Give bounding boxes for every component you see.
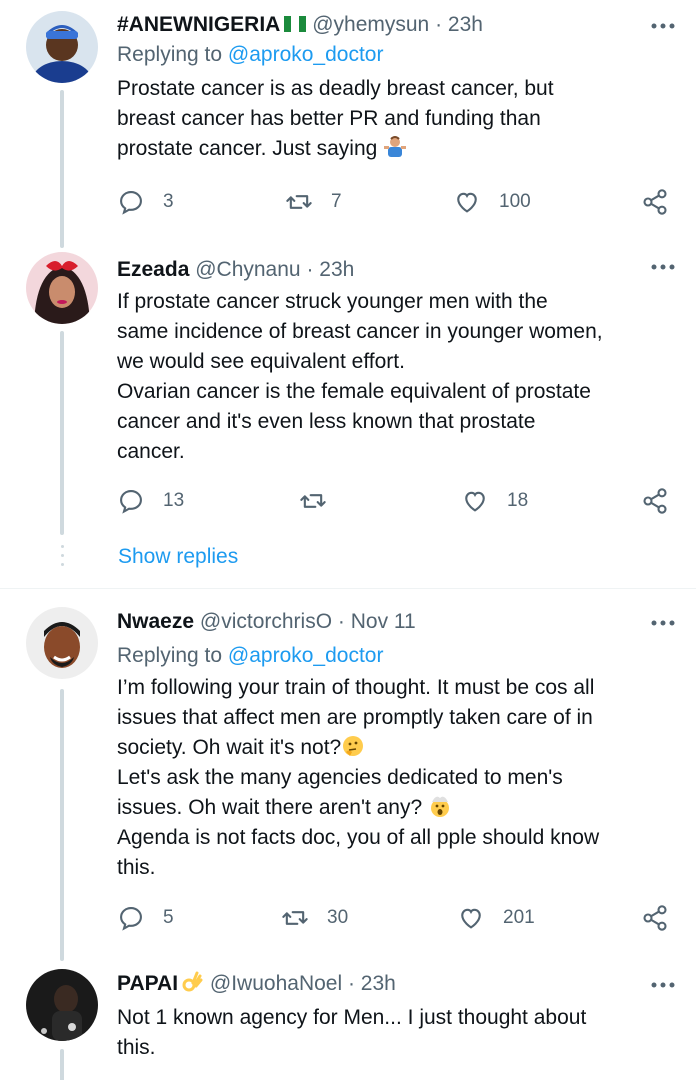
thread-line xyxy=(60,689,64,961)
thread-line xyxy=(60,1049,64,1080)
handle[interactable]: @IwuohaNoel xyxy=(210,972,342,995)
replying-to: Replying to @aproko_doctor xyxy=(117,43,384,66)
retweet-count: 7 xyxy=(331,191,342,212)
like-button[interactable]: 18 xyxy=(461,484,528,518)
reply-button[interactable]: 5 xyxy=(117,901,174,935)
timestamp[interactable]: · Nov 11 xyxy=(338,610,416,633)
heart-icon xyxy=(461,908,481,929)
timestamp[interactable]: · 23h xyxy=(306,258,354,281)
more-options-icon[interactable] xyxy=(648,975,678,995)
retweet-icon xyxy=(286,195,312,209)
retweet-count: 30 xyxy=(327,907,349,928)
share-button[interactable] xyxy=(641,185,687,219)
reply-count: 5 xyxy=(163,907,174,928)
like-count: 100 xyxy=(499,191,531,212)
tweet-actions: 13 18 xyxy=(117,484,677,518)
thread-line xyxy=(60,90,64,248)
reply-icon xyxy=(120,191,142,215)
share-button[interactable] xyxy=(641,484,687,518)
ok-hand-emoji-icon xyxy=(180,970,204,994)
display-name[interactable]: Nwaeze xyxy=(117,610,194,633)
mention-link[interactable]: @aproko_doctor xyxy=(228,43,384,66)
mention-link[interactable]: @aproko_doctor xyxy=(228,644,384,667)
share-icon xyxy=(643,189,667,215)
tweet-text: If prostate cancer struck younger men wi… xyxy=(117,290,603,463)
share-button[interactable] xyxy=(641,901,687,935)
tweet-text: Not 1 known agency for Men... I just tho… xyxy=(117,1006,587,1059)
tweet[interactable]: Nwaeze @victorchrisO · Nov 11 Replying t… xyxy=(0,589,696,961)
reply-icon xyxy=(120,490,142,514)
share-icon xyxy=(643,905,667,931)
reply-icon xyxy=(120,907,142,931)
like-count: 201 xyxy=(503,907,535,928)
shrug-emoji-icon xyxy=(383,135,407,159)
display-name[interactable]: Ezeada xyxy=(117,258,189,281)
retweet-button[interactable]: 30 xyxy=(281,901,348,935)
like-button[interactable]: 100 xyxy=(453,185,531,219)
reply-count: 13 xyxy=(163,490,185,511)
handle[interactable]: @Chynanu xyxy=(195,258,300,281)
avatar[interactable] xyxy=(26,969,98,1041)
tweet[interactable]: #ANEWNIGERIA @yhemysun · 23h Replying to… xyxy=(0,0,696,248)
show-replies-link[interactable]: Show replies xyxy=(118,545,238,569)
tweet-header: PAPAI @IwuohaNoel · 23h xyxy=(117,969,677,999)
like-count: 18 xyxy=(507,490,529,511)
tweet-header: Ezeada @Chynanu · 23h xyxy=(117,255,677,285)
heart-icon xyxy=(465,491,485,512)
retweet-button[interactable] xyxy=(299,484,345,518)
thread-continuation-dots xyxy=(61,545,65,572)
timestamp[interactable]: · 23h xyxy=(435,13,483,36)
reply-button[interactable]: 13 xyxy=(117,484,184,518)
tweet-actions: 5 30 201 xyxy=(117,901,677,935)
share-icon xyxy=(643,488,667,514)
retweet-button[interactable]: 7 xyxy=(285,185,342,219)
reply-button[interactable]: 3 xyxy=(117,185,174,219)
tweet-header: Nwaeze @victorchrisO · Nov 11 xyxy=(117,607,677,637)
handle[interactable]: @yhemysun xyxy=(312,13,429,36)
tweet-header: #ANEWNIGERIA @yhemysun · 23h xyxy=(117,10,677,40)
retweet-icon xyxy=(300,494,326,508)
heart-icon xyxy=(457,192,477,213)
thread-line xyxy=(60,331,64,535)
like-button[interactable]: 201 xyxy=(457,901,535,935)
replying-to: Replying to @aproko_doctor xyxy=(117,644,384,667)
reply-count: 3 xyxy=(163,191,174,212)
tweet-text: I’m following your train of thought. It … xyxy=(117,676,600,879)
retweet-icon xyxy=(282,911,308,925)
timestamp[interactable]: · 23h xyxy=(348,972,396,995)
tweet-text: Prostate cancer is as deadly breast canc… xyxy=(117,77,554,160)
handle[interactable]: @victorchrisO xyxy=(200,610,332,633)
tweet[interactable]: Ezeada @Chynanu · 23h If prostate cancer… xyxy=(0,245,696,535)
display-name[interactable]: PAPAI xyxy=(117,972,178,995)
more-options-icon[interactable] xyxy=(648,257,678,277)
tweet-actions: 3 7 100 xyxy=(117,185,677,219)
avatar[interactable] xyxy=(26,607,98,679)
nigeria-flag-icon xyxy=(284,12,307,32)
tweet[interactable]: PAPAI @IwuohaNoel · 23h Not 1 known agen… xyxy=(0,949,696,1080)
avatar[interactable] xyxy=(26,11,98,83)
display-name[interactable]: #ANEWNIGERIA xyxy=(117,13,280,36)
more-options-icon[interactable] xyxy=(648,16,678,36)
thinking-face-emoji-icon xyxy=(341,734,365,758)
more-options-icon[interactable] xyxy=(648,613,678,633)
exploding-head-emoji-icon xyxy=(428,794,452,818)
avatar[interactable] xyxy=(26,252,98,324)
